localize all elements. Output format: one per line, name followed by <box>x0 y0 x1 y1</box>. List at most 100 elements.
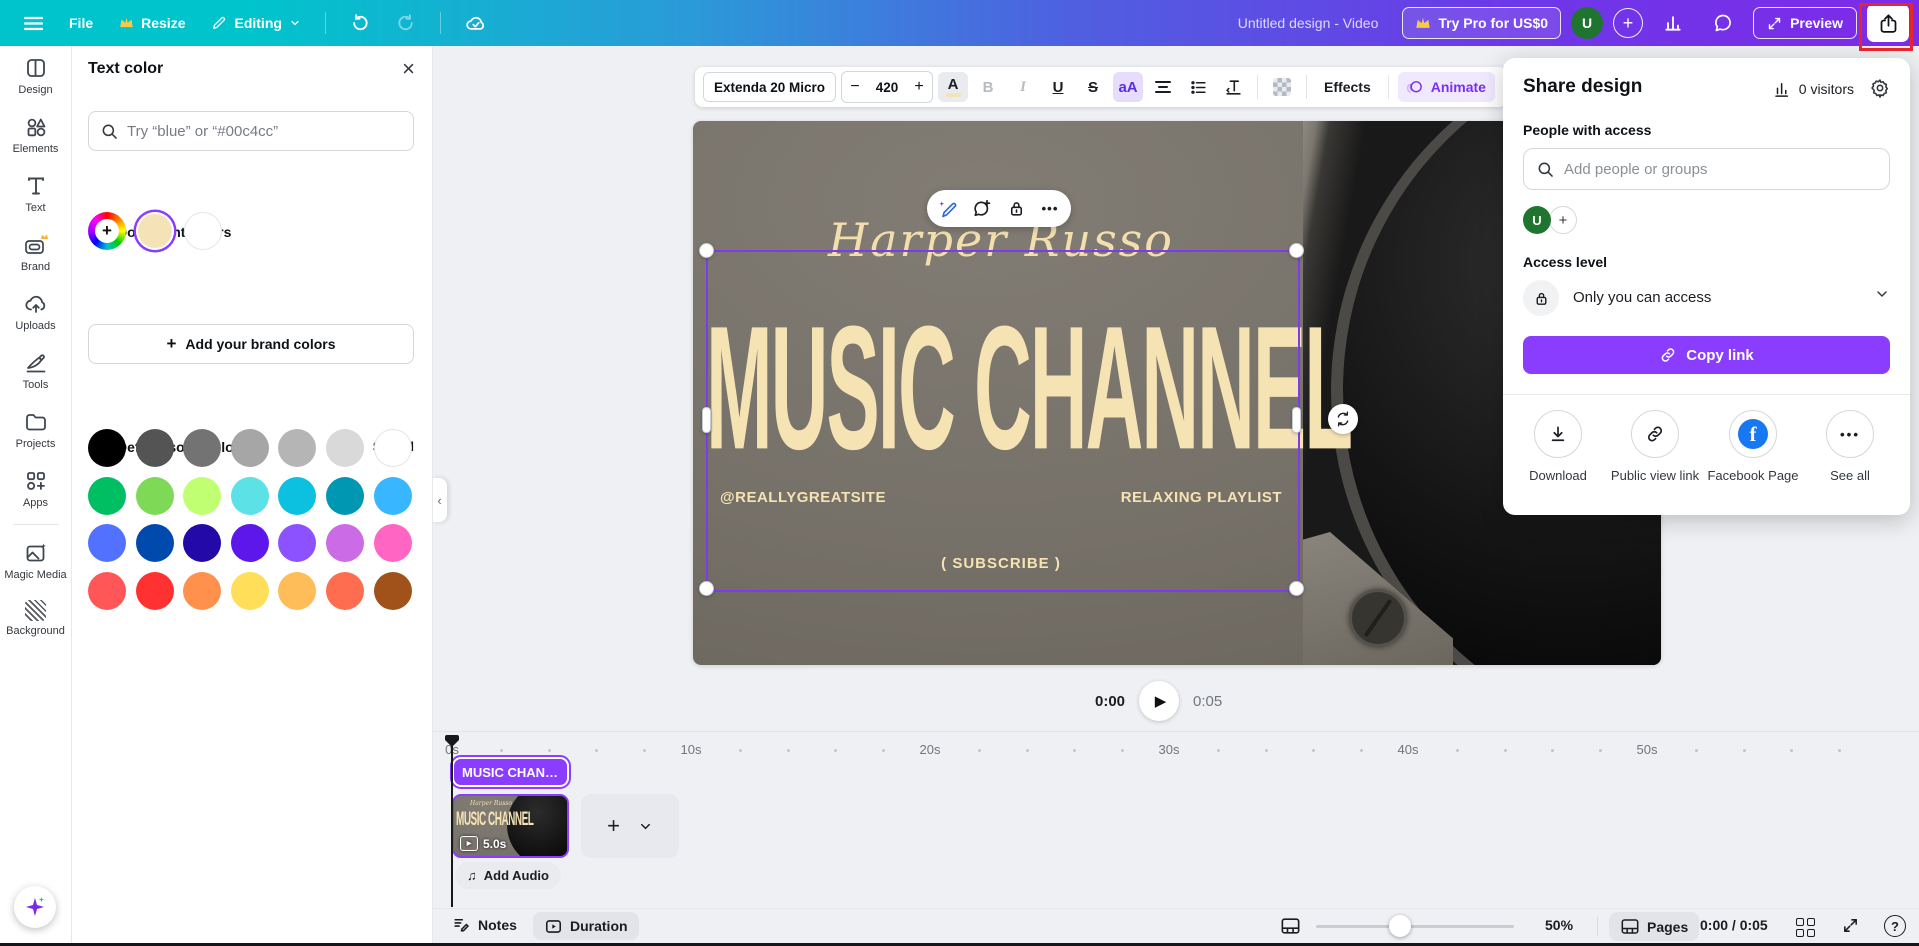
more-options-button[interactable]: ••• <box>1037 196 1063 222</box>
duration-button[interactable]: Duration <box>533 912 639 940</box>
add-access-button[interactable]: + <box>1549 206 1577 234</box>
sidebar-item-elements[interactable]: Elements <box>0 105 71 164</box>
copy-link-button[interactable]: Copy link <box>1523 336 1890 374</box>
editing-mode-button[interactable]: Editing <box>201 8 310 38</box>
share-button[interactable] <box>1867 4 1909 42</box>
selection-handle-top-left[interactable] <box>699 243 714 258</box>
color-search-input[interactable]: Try “blue” or “#00c4cc” <box>88 111 414 151</box>
access-avatar[interactable]: U <box>1523 206 1551 234</box>
download-action[interactable]: Download <box>1510 410 1606 483</box>
default-color-swatch[interactable] <box>183 524 221 562</box>
page-thumbnails-icon[interactable] <box>1280 917 1301 935</box>
default-color-swatch[interactable] <box>88 572 126 610</box>
default-color-swatch[interactable] <box>374 477 412 515</box>
sidebar-item-brand[interactable]: Brand <box>0 223 71 282</box>
sidebar-item-tools[interactable]: Tools <box>0 341 71 400</box>
assistant-fab-button[interactable] <box>14 886 56 928</box>
text-color-button[interactable]: A <box>938 72 968 102</box>
effects-button[interactable]: Effects <box>1316 79 1379 95</box>
add-audio-button[interactable]: ♫ Add Audio <box>455 862 561 889</box>
default-color-swatch[interactable] <box>88 429 126 467</box>
default-color-swatch[interactable] <box>183 429 221 467</box>
rotate-handle[interactable] <box>1328 404 1358 434</box>
canvas-title-text[interactable]: MUSIC CHANNEL <box>706 301 1296 477</box>
zoom-slider-track[interactable] <box>1316 925 1514 928</box>
see-all-action[interactable]: •••See all <box>1802 410 1898 483</box>
default-color-swatch[interactable] <box>326 524 364 562</box>
default-color-swatch[interactable] <box>231 429 269 467</box>
default-color-swatch[interactable] <box>278 524 316 562</box>
default-color-swatch[interactable] <box>278 477 316 515</box>
default-color-swatch[interactable] <box>374 429 412 467</box>
font-size-value[interactable]: 420 <box>868 80 906 95</box>
selection-handle-bottom-right[interactable] <box>1289 581 1304 596</box>
document-color-swatch[interactable] <box>184 212 222 250</box>
main-menu-button[interactable] <box>14 9 53 38</box>
default-color-swatch[interactable] <box>136 524 174 562</box>
add-brand-colors-button[interactable]: + Add your brand colors <box>88 324 414 364</box>
default-color-swatch[interactable] <box>231 477 269 515</box>
sidebar-item-apps[interactable]: Apps <box>0 459 71 518</box>
timeline-video-clip[interactable]: Harper Russo MUSIC CHANNEL ▶ 5.0s <box>452 794 569 858</box>
document-title[interactable]: Untitled design - Video <box>1238 15 1379 31</box>
document-color-swatch[interactable] <box>136 212 174 250</box>
close-panel-button[interactable]: × <box>402 58 415 80</box>
default-color-swatch[interactable] <box>88 477 126 515</box>
italic-button[interactable]: I <box>1008 72 1038 102</box>
file-menu-button[interactable]: File <box>59 8 103 38</box>
decrease-font-size-button[interactable]: − <box>842 78 868 96</box>
public-view-link-action[interactable]: Public view link <box>1607 410 1703 483</box>
help-button[interactable]: ? <box>1884 915 1906 937</box>
comments-button[interactable] <box>1703 6 1743 40</box>
animate-button[interactable]: Animate <box>1398 72 1495 102</box>
default-color-swatch[interactable] <box>136 572 174 610</box>
zoom-level-value[interactable]: 50% <box>1545 917 1573 933</box>
fullscreen-button[interactable] <box>1842 917 1859 934</box>
default-color-swatch[interactable] <box>231 572 269 610</box>
sidebar-item-design[interactable]: Design <box>0 46 71 105</box>
resize-button[interactable]: Resize <box>109 8 195 38</box>
default-color-swatch[interactable] <box>326 572 364 610</box>
selection-handle-right[interactable] <box>1292 407 1301 433</box>
try-pro-button[interactable]: Try Pro for US$0 <box>1402 7 1561 39</box>
user-avatar[interactable]: U <box>1571 7 1603 39</box>
facebook-page-action[interactable]: fFacebook Page <box>1705 410 1801 483</box>
add-member-button[interactable]: + <box>1613 8 1643 38</box>
canvas-handle-text[interactable]: @REALLYGREATSITE <box>720 489 886 506</box>
play-button[interactable]: ▶ <box>1139 681 1179 721</box>
default-color-swatch[interactable] <box>183 477 221 515</box>
transparency-button[interactable] <box>1267 72 1297 102</box>
strikethrough-button[interactable]: S <box>1078 72 1108 102</box>
default-color-swatch[interactable] <box>326 429 364 467</box>
increase-font-size-button[interactable]: + <box>906 78 932 96</box>
share-settings-button[interactable] <box>1870 78 1890 98</box>
font-family-selector[interactable]: Extenda 20 Micro <box>703 72 836 102</box>
selection-handle-bottom-left[interactable] <box>699 581 714 596</box>
text-align-button[interactable] <box>1148 72 1178 102</box>
insights-button[interactable] <box>1653 6 1693 40</box>
magic-edit-button[interactable] <box>935 196 961 222</box>
sidebar-item-uploads[interactable]: Uploads <box>0 282 71 341</box>
default-color-swatch[interactable] <box>374 524 412 562</box>
default-color-swatch[interactable] <box>136 429 174 467</box>
grid-view-button[interactable] <box>1796 918 1815 937</box>
preview-button[interactable]: Preview <box>1753 7 1857 39</box>
underline-button[interactable]: U <box>1043 72 1073 102</box>
add-color-swatch[interactable]: + <box>88 212 126 250</box>
sidebar-item-magic-media[interactable]: Magic Media <box>0 531 71 590</box>
chevron-down-icon[interactable] <box>1874 286 1890 302</box>
timeline-text-clip[interactable]: MUSIC CHAN… <box>452 757 569 787</box>
sidebar-item-projects[interactable]: Projects <box>0 400 71 459</box>
access-level-value[interactable]: Only you can access <box>1573 289 1711 306</box>
default-color-swatch[interactable] <box>278 572 316 610</box>
default-color-swatch[interactable] <box>374 572 412 610</box>
add-people-input[interactable]: Add people or groups <box>1523 148 1890 190</box>
text-spacing-button[interactable] <box>1218 72 1248 102</box>
visitors-button[interactable]: 0 visitors <box>1773 80 1854 98</box>
redo-button[interactable] <box>386 6 426 40</box>
default-color-swatch[interactable] <box>231 524 269 562</box>
list-button[interactable] <box>1183 72 1213 102</box>
zoom-slider-thumb[interactable] <box>1389 915 1411 937</box>
default-color-swatch[interactable] <box>326 477 364 515</box>
add-page-button[interactable]: + <box>581 794 679 858</box>
